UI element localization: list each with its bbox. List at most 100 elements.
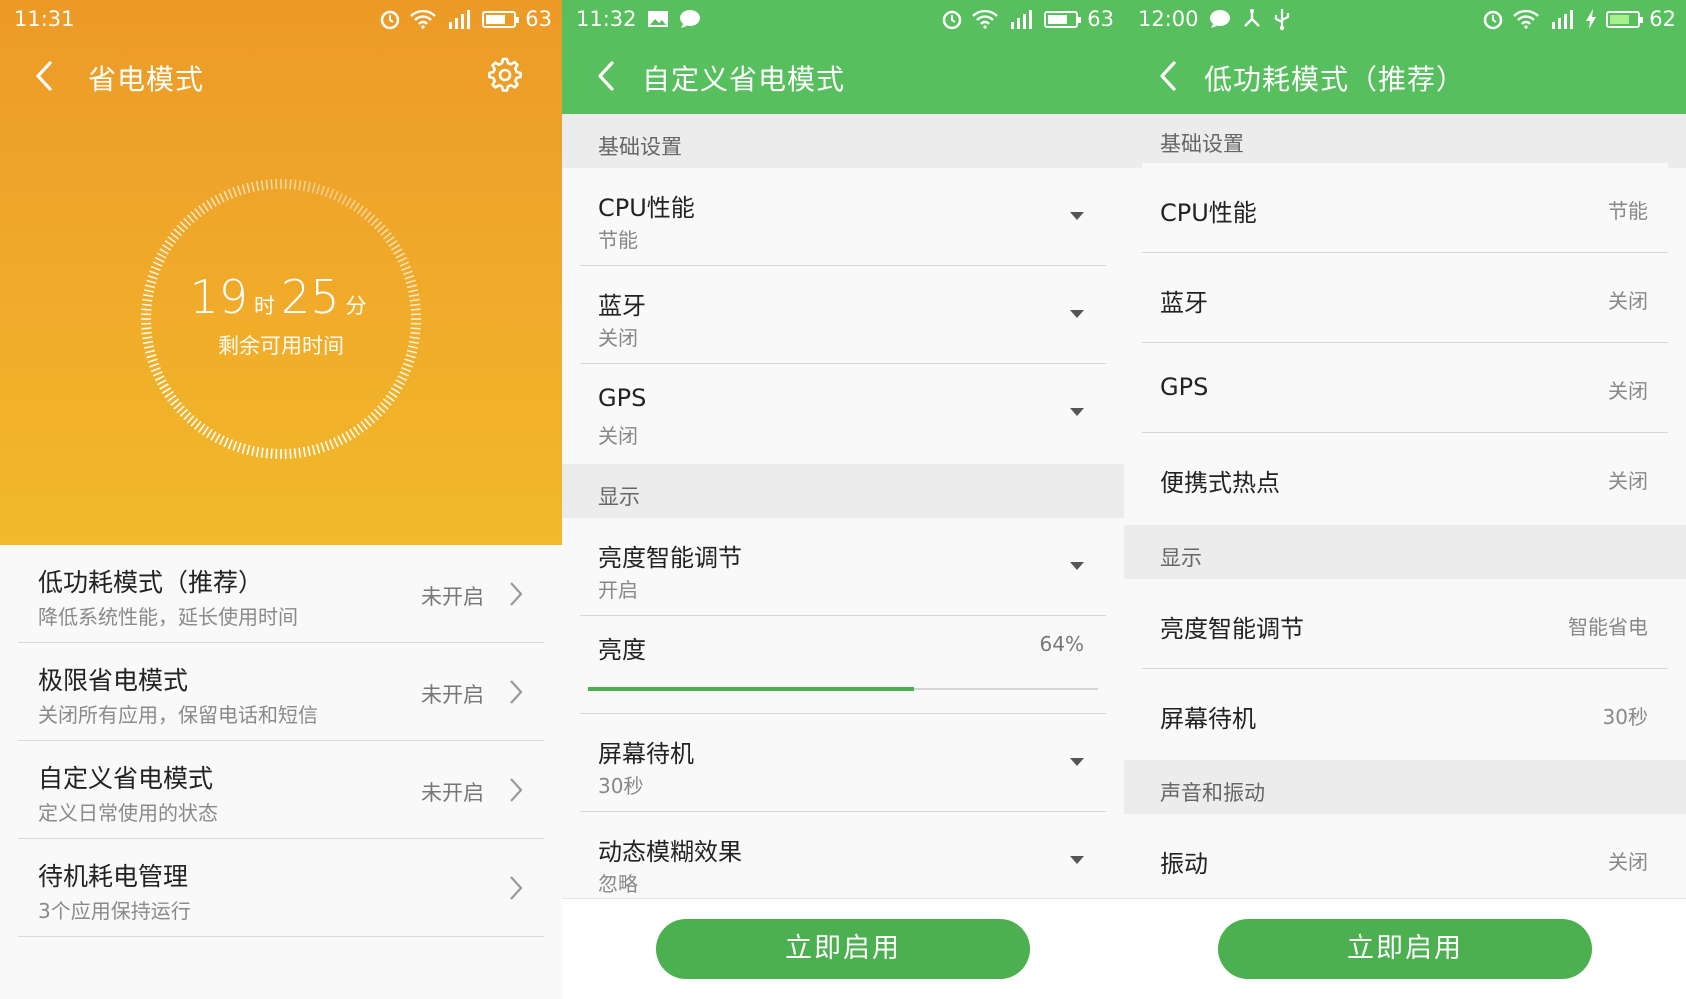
dial-tick (164, 240, 174, 247)
setting-title: 蓝牙 (598, 292, 646, 320)
dial-tick (194, 208, 202, 218)
back-icon[interactable] (590, 58, 624, 94)
dial-tick (380, 228, 389, 237)
dial-tick (210, 431, 217, 441)
dial-tick (370, 411, 379, 421)
setting-vibration: 振动 关闭 (1142, 814, 1668, 904)
dial-tick (190, 211, 199, 220)
mode-item-standby[interactable]: 待机耗电管理 3个应用保持运行 (18, 839, 544, 937)
setting-title: 亮度智能调节 (1160, 615, 1304, 643)
dial-tick (260, 447, 264, 458)
dial-tick (298, 447, 302, 458)
dial-tick (311, 444, 316, 456)
dial-tick (154, 256, 165, 263)
mode-item-extreme[interactable]: 极限省电模式 关闭所有应用，保留电话和短信 未开启 (18, 643, 544, 741)
dial-tick (214, 195, 221, 205)
back-icon[interactable] (28, 58, 62, 94)
dial-tick (333, 437, 339, 448)
mode-item-low-power[interactable]: 低功耗模式（推荐） 降低系统性能，延长使用时间 未开启 (18, 545, 544, 643)
charging-icon (1586, 9, 1597, 29)
dial-tick (167, 394, 177, 402)
dial-tick (161, 387, 172, 394)
mode-list: 低功耗模式（推荐） 降低系统性能，延长使用时间 未开启 极限省电模式 关闭所有应… (0, 545, 562, 937)
brightness-slider[interactable] (588, 687, 1098, 773)
debug-icon (1243, 9, 1260, 27)
gear-icon[interactable] (486, 56, 524, 94)
dropdown-gps[interactable]: GPS 关闭 (580, 364, 1106, 462)
dial-tick (164, 391, 174, 398)
section-title: 基础设置 (1160, 132, 1244, 156)
status-bar: 12:00 62 (1124, 0, 1686, 40)
chevron-right-icon (510, 680, 523, 704)
dial-tick (218, 192, 225, 203)
dial-tick (176, 405, 185, 414)
dropdown-arrow-icon (1070, 562, 1084, 570)
hours-unit: 时 (254, 294, 275, 318)
dropdown-motion-blur[interactable]: 动态模糊效果 忽略 (580, 812, 1106, 910)
list-item-title: 极限省电模式 (38, 666, 189, 695)
dial-tick (390, 244, 401, 251)
dial-tick (218, 435, 225, 446)
dial-tick (373, 408, 383, 417)
setting-value: 30秒 (598, 774, 644, 798)
low-power-mode-screen: 12:00 62 低功耗模式（推荐） 基础设置 CPU性能 节能 蓝牙 关闭 G… (1124, 0, 1686, 999)
dial-tick (161, 244, 172, 251)
bottom-bar: 立即启用 (562, 898, 1124, 999)
dial-tick (289, 179, 292, 190)
dropdown-arrow-icon (1070, 408, 1084, 416)
dial-tick (388, 391, 398, 398)
minutes-unit: 分 (345, 294, 367, 318)
list-item-subtitle: 定义日常使用的状态 (38, 801, 218, 825)
dial-tick (179, 221, 189, 230)
dial-tick (324, 187, 330, 198)
dial-tick (194, 420, 202, 430)
dial-tick (170, 398, 180, 406)
dial-tick (345, 197, 352, 207)
dial-tick (198, 423, 206, 433)
dial-tick (349, 199, 356, 210)
dial-tick (356, 423, 364, 433)
battery-icon (1606, 10, 1644, 28)
dial-tick (373, 221, 383, 230)
dropdown-auto-brightness[interactable]: 亮度智能调节 开启 (580, 518, 1106, 616)
section-title: 基础设置 (598, 135, 682, 159)
dropdown-cpu[interactable]: CPU性能 节能 (580, 168, 1106, 266)
status-time: 12:00 (1138, 7, 1199, 31)
mode-item-custom[interactable]: 自定义省电模式 定义日常使用的状态 未开启 (18, 741, 544, 839)
dial-tick (382, 232, 392, 240)
custom-mode-screen: 11:32 63 自定义省电模式 基础设置 CPU性能 节能 蓝牙 关闭 GPS… (562, 0, 1124, 999)
alarm-icon (943, 10, 962, 30)
section-title: 显示 (1160, 546, 1202, 570)
enable-now-button[interactable]: 立即启用 (656, 919, 1030, 979)
section-header-sound: 声音和振动 (1124, 760, 1686, 814)
setting-value: 忽略 (598, 872, 638, 896)
dropdown-screen-timeout[interactable]: 屏幕待机 30秒 (580, 714, 1106, 812)
list-item-subtitle: 3个应用保持运行 (38, 899, 191, 923)
dial-tick (353, 426, 360, 436)
section-title: 声音和振动 (1160, 781, 1265, 805)
status-bar: 11:32 63 (562, 0, 1124, 40)
back-icon[interactable] (1152, 58, 1186, 94)
dial-tick (320, 185, 326, 196)
remaining-time: 19 时 25 分 剩余可用时间 (130, 270, 432, 360)
dial-tick (265, 179, 269, 190)
setting-title: 蓝牙 (1160, 289, 1208, 317)
setting-value: 关闭 (1608, 289, 1648, 313)
setting-auto-brightness: 亮度智能调节 智能省电 (1142, 579, 1668, 669)
chevron-right-icon (510, 778, 523, 802)
minutes-value: 25 (281, 270, 340, 324)
message-icon (679, 10, 700, 28)
dropdown-bluetooth[interactable]: 蓝牙 关闭 (580, 266, 1106, 364)
dropdown-arrow-icon (1070, 758, 1084, 766)
battery-icon (1044, 10, 1082, 28)
dial-tick (333, 190, 339, 201)
dial-tick (265, 448, 269, 459)
dial-tick (255, 180, 260, 192)
section-header-basic: 基础设置 (562, 114, 1124, 168)
dial-tick (149, 362, 160, 368)
brightness-setting: 亮度 64% (580, 616, 1106, 773)
battery-level: 63 (1087, 7, 1114, 31)
dial-tick (337, 435, 344, 446)
dial-tick (360, 208, 368, 218)
enable-now-button[interactable]: 立即启用 (1218, 919, 1592, 979)
